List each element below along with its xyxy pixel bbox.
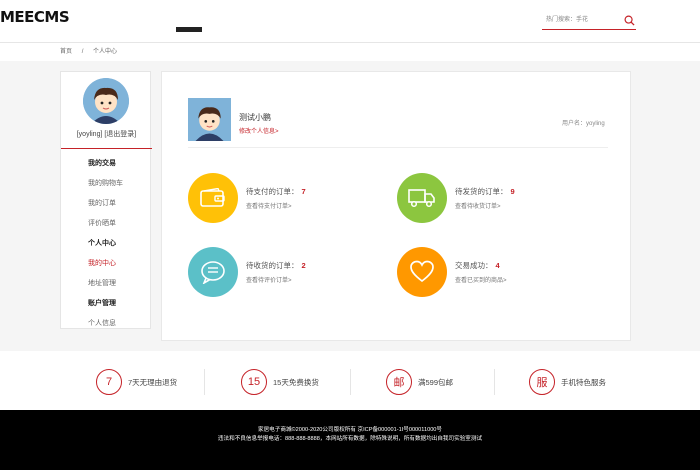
service-divider [494,369,495,395]
tile-pending-payment[interactable]: 待支付的订单： 7 查看待支付订单> [188,173,388,223]
footer-notice: 违法和不良信息举报电话：888-888-8888，本网站所有数据，除特殊说明，所… [217,436,483,442]
chat-icon [188,247,238,297]
service-badge: 15 [241,369,267,395]
site-logo[interactable]: MEECMS [0,8,70,26]
sidebar: [yoyling] [退出登录] 我的交易 我的购物车 我的订单 评价晒单 个人… [60,71,152,329]
search-box[interactable]: 热门搜索：手花 [542,12,636,30]
avatar [83,78,129,124]
tile-count: 2 [301,261,306,270]
sidebar-group-trade: 我的交易 [88,160,116,167]
tile-count: 9 [510,187,515,196]
tile-title: 待收货的订单： 2 [246,261,306,270]
tile-pending-receipt[interactable]: 待收货的订单： 2 查看待评价订单> [188,247,388,297]
truck-icon [397,173,447,223]
service-label: 手机特色服务 [561,378,606,387]
tile-pending-shipment[interactable]: 待发货的订单： 9 查看待收货订单> [397,173,597,223]
sidebar-item-profile[interactable]: 个人信息 [61,314,152,334]
heart-icon [397,247,447,297]
profile-name: 测试小鹏 [239,113,271,122]
service-label: 7天无理由退货 [128,378,178,387]
search-icon[interactable] [622,13,636,27]
tile-link[interactable]: 查看待评价订单> [246,275,292,284]
wallet-icon [188,173,238,223]
sidebar-item-my-center[interactable]: 我的中心 [61,254,152,274]
sidebar-item-reviews[interactable]: 评价晒单 [61,214,152,234]
service-bar: 7 7天无理由退货 15 15天免费换货 邮 满599包邮 服 手机特色服务 [0,351,700,411]
tile-link[interactable]: 查看待支付订单> [246,201,292,210]
tile-link[interactable]: 查看待收货订单> [455,201,501,210]
breadcrumb-separator: / [81,49,84,55]
main-panel: 测试小鹏 修改个人信息> 用户名：yoyling 待支付的订单： 7 查看待支付订… [161,71,631,341]
service-divider [204,369,205,395]
sidebar-item-cart[interactable]: 我的购物车 [61,174,152,194]
breadcrumb: 首页 / 个人中心 [60,46,125,55]
profile-avatar [188,98,231,141]
service-badge: 邮 [386,369,412,395]
breadcrumb-home[interactable]: 首页 [60,49,72,55]
user-login-status[interactable]: [yoyling] [退出登录] [61,129,152,139]
sidebar-item-address[interactable]: 地址管理 [61,274,152,294]
service-label: 15天免费换货 [273,378,319,387]
site-header: MEECMS 热门搜索：手花 [0,0,700,42]
tile-title: 待发货的订单： 9 [455,187,515,196]
tile-link[interactable]: 查看已买到的商品> [455,275,507,284]
search-input[interactable]: 热门搜索：手花 [546,14,588,23]
username-display: 用户名：yoyling [562,121,605,127]
site-footer: 家居电子商城©2000-2020公司版权所有 京ICP备000001-1I号00… [0,410,700,470]
profile-divider [188,147,608,148]
tile-title: 交易成功： 4 [455,261,500,270]
tile-count: 4 [495,261,500,270]
service-label: 满599包邮 [418,378,454,387]
breadcrumb-current: 个人中心 [93,49,118,55]
header-divider [0,42,700,43]
nav-marker [176,27,202,32]
tile-title: 待支付的订单： 7 [246,187,306,196]
service-divider [350,369,351,395]
tile-count: 7 [301,187,306,196]
tile-completed[interactable]: 交易成功： 4 查看已买到的商品> [397,247,597,297]
edit-profile-link[interactable]: 修改个人信息> [239,126,279,135]
sidebar-group-personal: 个人中心 [88,240,116,247]
sidebar-group-account: 账户管理 [88,300,116,307]
service-badge: 7 [96,369,122,395]
sidebar-divider [61,148,152,149]
sidebar-item-orders[interactable]: 我的订单 [61,194,152,214]
sidebar-menu: 我的交易 我的购物车 我的订单 评价晒单 个人中心 我的中心 地址管理 账户管理… [61,154,152,334]
footer-copyright: 家居电子商城©2000-2020公司版权所有 京ICP备000001-1I号00… [257,427,443,433]
service-badge: 服 [529,369,555,395]
